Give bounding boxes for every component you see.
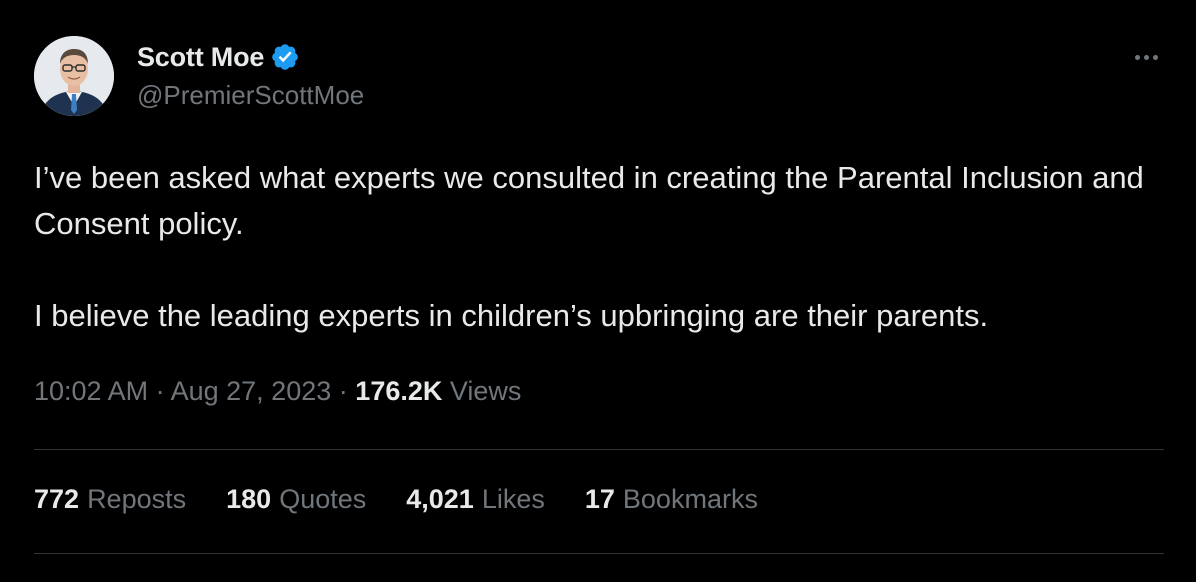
- quotes-stat[interactable]: 180 Quotes: [226, 484, 366, 515]
- bookmarks-stat[interactable]: 17 Bookmarks: [585, 484, 758, 515]
- bookmarks-label: Bookmarks: [622, 484, 758, 514]
- tweet-card: Scott Moe @PremierScottMoe I’ve been ask…: [0, 0, 1196, 582]
- more-options-icon[interactable]: [1126, 42, 1166, 72]
- likes-stat[interactable]: 4,021 Likes: [406, 484, 545, 515]
- likes-count: 4,021: [406, 484, 474, 514]
- tweet-date[interactable]: Aug 27, 2023: [171, 376, 332, 406]
- quotes-label: Quotes: [279, 484, 367, 514]
- likes-label: Likes: [481, 484, 545, 514]
- reposts-stat[interactable]: 772 Reposts: [34, 484, 186, 515]
- tweet-paragraph: I’ve been asked what experts we consulte…: [34, 160, 1144, 241]
- divider: [34, 553, 1164, 554]
- quotes-count: 180: [226, 484, 272, 514]
- divider: [34, 449, 1164, 450]
- author-handle[interactable]: @PremierScottMoe: [137, 80, 364, 111]
- meta-separator: ·: [338, 376, 348, 406]
- bookmarks-count: 17: [584, 484, 615, 514]
- tweet-time[interactable]: 10:02 AM: [34, 376, 148, 406]
- tweet-text: I’ve been asked what experts we consulte…: [34, 155, 1144, 339]
- author-name-row: Scott Moe: [137, 40, 300, 74]
- tweet-paragraph: I believe the leading experts in childre…: [34, 298, 989, 333]
- views-count: 176.2K: [355, 376, 443, 406]
- meta-separator: ·: [155, 376, 165, 406]
- author-display-name[interactable]: Scott Moe: [137, 42, 264, 73]
- views-label: Views: [449, 376, 522, 406]
- reposts-count: 772: [34, 484, 80, 514]
- engagement-stats: 772 Reposts 180 Quotes 4,021 Likes 17 Bookma…: [34, 484, 798, 515]
- tweet-meta: 10:02 AM · Aug 27, 2023 · 176.2K Views: [34, 376, 521, 407]
- reposts-label: Reposts: [87, 484, 187, 514]
- avatar[interactable]: [34, 36, 114, 116]
- verified-badge-icon[interactable]: [270, 42, 300, 72]
